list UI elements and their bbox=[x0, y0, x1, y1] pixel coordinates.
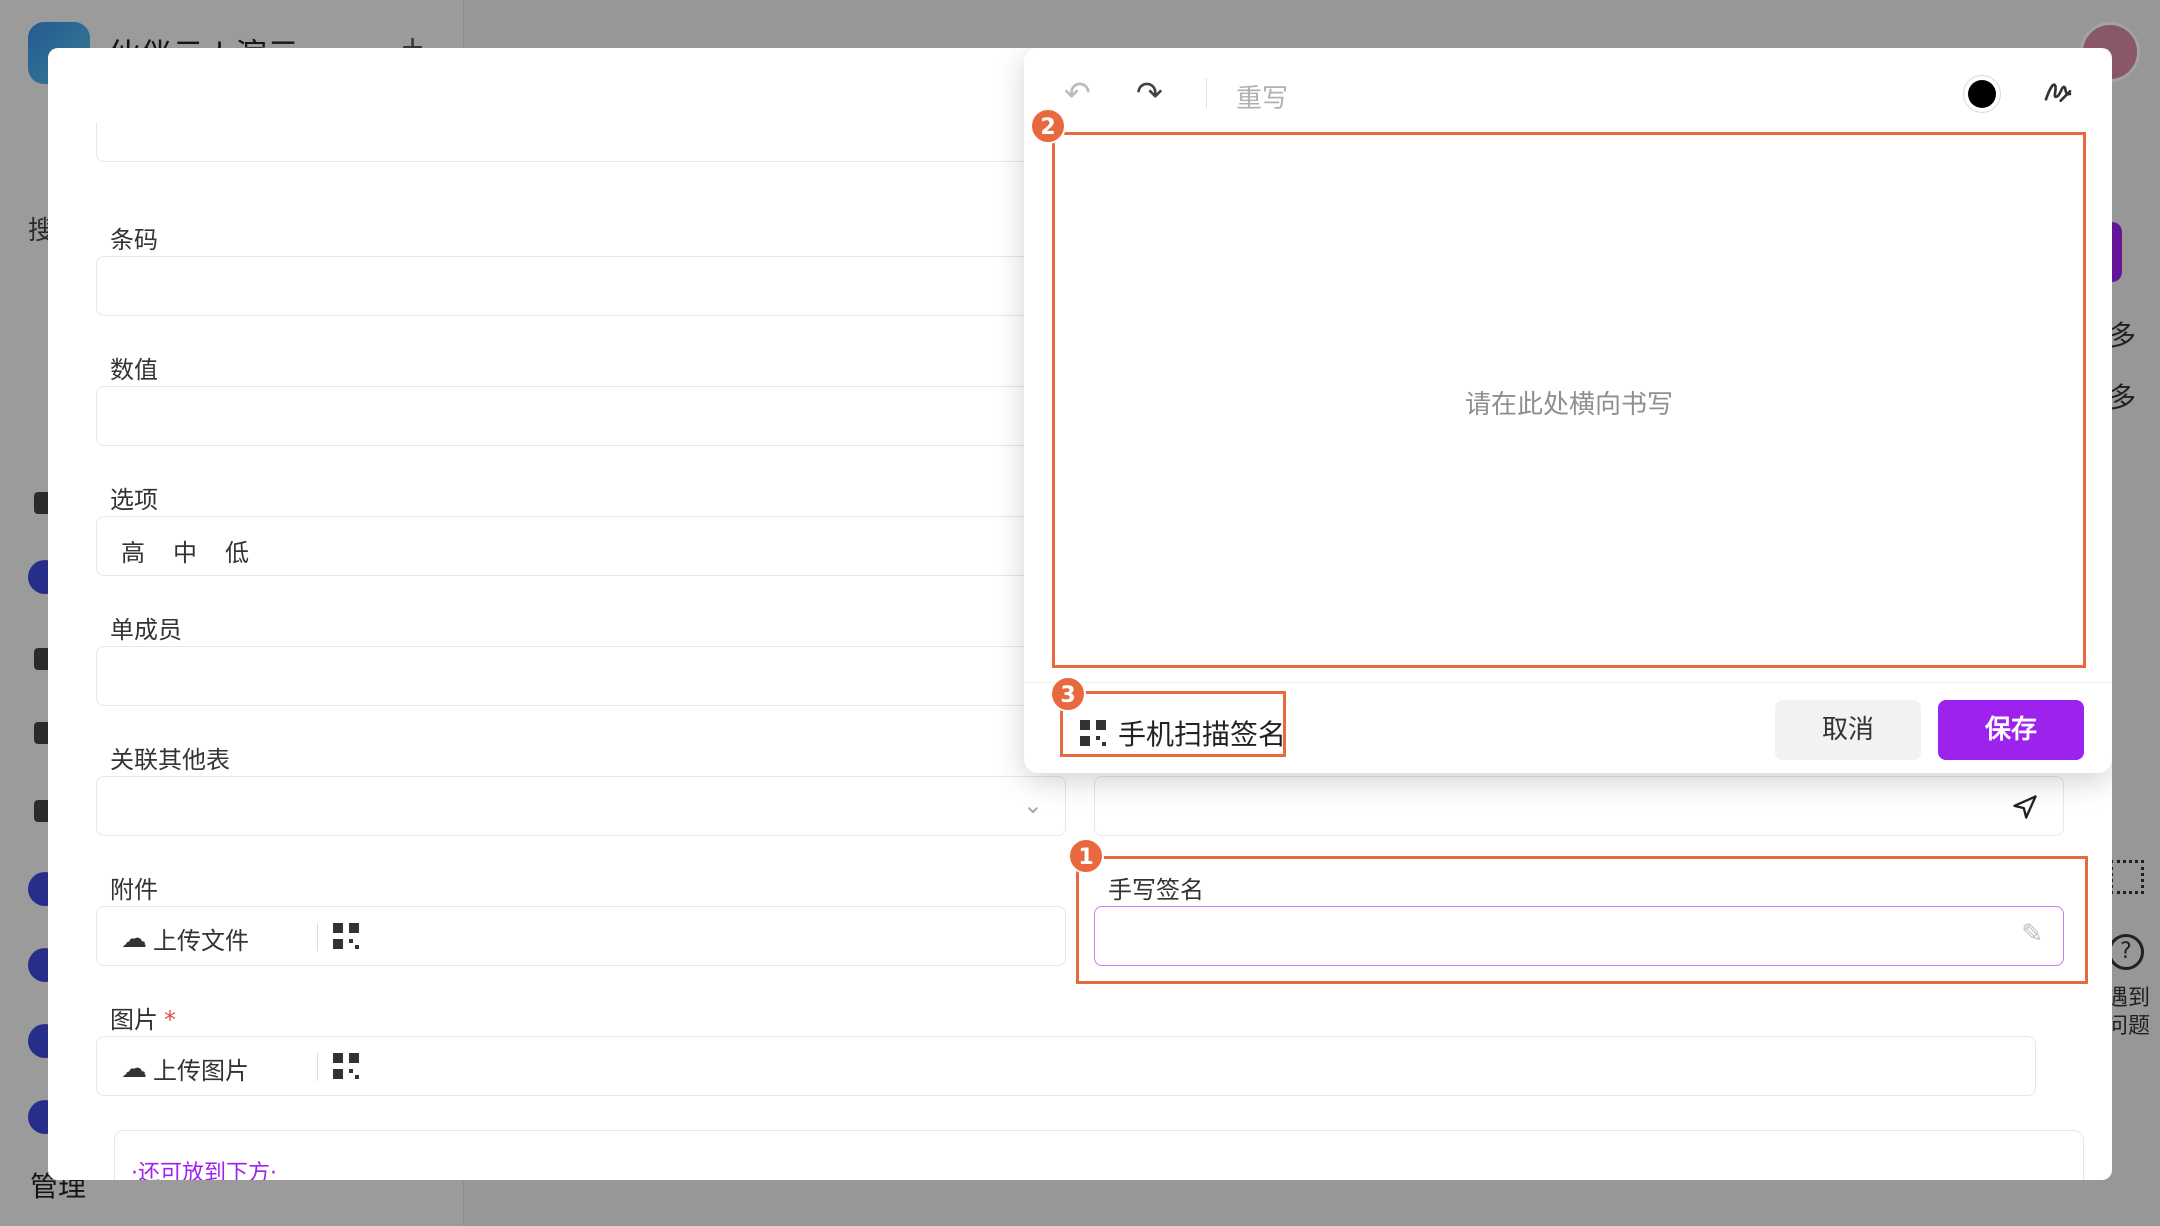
relation-select[interactable]: ⌄ bbox=[96, 776, 1066, 836]
required-mark: * bbox=[164, 1006, 176, 1034]
highlight-mobile-scan bbox=[1060, 691, 1286, 757]
barcode-label: 条码 bbox=[110, 226, 158, 254]
highlight-signature-canvas bbox=[1052, 132, 2086, 668]
navigation-arrow-icon[interactable] bbox=[2011, 793, 2039, 821]
divider bbox=[317, 923, 318, 951]
divider bbox=[317, 1053, 318, 1081]
image-field: ☁ 上传图片 bbox=[96, 1036, 2036, 1096]
toolbar-divider bbox=[1206, 78, 1207, 108]
save-button[interactable]: 保存 bbox=[1938, 700, 2084, 760]
signature-toolbar: ↶ ↷ 重写 bbox=[1024, 48, 2112, 132]
upload-cloud-icon: ☁ bbox=[121, 923, 147, 954]
upload-file-label: 上传文件 bbox=[153, 927, 249, 955]
qr-code-icon[interactable] bbox=[333, 1053, 359, 1079]
relation-label: 关联其他表 bbox=[110, 746, 230, 774]
option-high[interactable]: 高 bbox=[121, 533, 145, 568]
options-label: 选项 bbox=[110, 486, 158, 514]
cancel-button[interactable]: 取消 bbox=[1775, 700, 1921, 760]
rewrite-button[interactable]: 重写 bbox=[1236, 78, 1288, 115]
signature-pad-popup: ↶ ↷ 重写 请在此处横向书写 2 手机扫描签名 取消 保存 3 bbox=[1024, 48, 2112, 773]
upload-image-label: 上传图片 bbox=[153, 1057, 249, 1085]
pen-color-icon[interactable] bbox=[1968, 80, 1996, 108]
option-low[interactable]: 低 bbox=[225, 533, 249, 568]
redo-icon[interactable]: ↷ bbox=[1136, 74, 1163, 112]
record-form-modal: 条码 数值 选项 高 中 低 单成员 关联其他表 ⌄ 位置 附件 ☁ 上传文件 … bbox=[48, 48, 2112, 1180]
chevron-down-icon: ⌄ bbox=[1022, 791, 1043, 819]
step-badge-3: 3 bbox=[1050, 676, 1086, 712]
step-badge-2: 2 bbox=[1030, 108, 1066, 144]
image-label: 图片 * bbox=[110, 1006, 176, 1034]
drop-zone[interactable]: ·还可放到下方· bbox=[114, 1130, 2084, 1180]
option-medium[interactable]: 中 bbox=[173, 533, 197, 568]
drop-hint-text: ·还可放到下方· bbox=[131, 1161, 277, 1180]
attachment-field: ☁ 上传文件 bbox=[96, 906, 1066, 966]
number-label: 数值 bbox=[110, 356, 158, 384]
signature-pen-icon[interactable] bbox=[2042, 74, 2074, 106]
attachment-label: 附件 bbox=[110, 876, 158, 904]
highlight-signature-field bbox=[1076, 856, 2088, 984]
member-label: 单成员 bbox=[110, 616, 182, 644]
step-badge-1: 1 bbox=[1068, 838, 1104, 874]
qr-code-icon[interactable] bbox=[333, 923, 359, 949]
location-input[interactable] bbox=[1094, 776, 2064, 836]
undo-icon[interactable]: ↶ bbox=[1064, 74, 1091, 112]
upload-file-button[interactable]: ☁ 上传文件 bbox=[121, 921, 249, 956]
upload-image-button[interactable]: ☁ 上传图片 bbox=[121, 1051, 249, 1086]
upload-cloud-icon: ☁ bbox=[121, 1053, 147, 1084]
